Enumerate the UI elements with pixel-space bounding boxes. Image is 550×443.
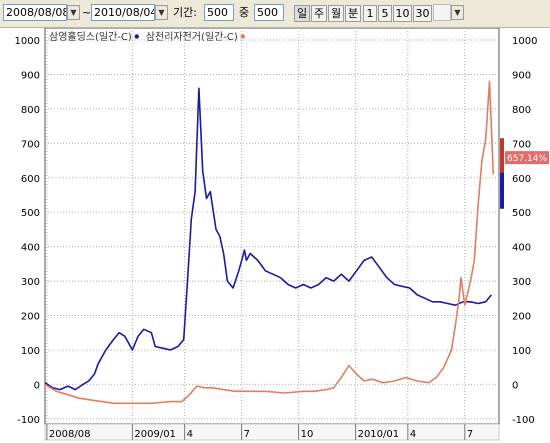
- x-tick-label: 4: [410, 429, 416, 440]
- x-tick-label: 7: [244, 429, 250, 440]
- x-tick-label: 2010/01: [358, 429, 400, 440]
- time-axis-strip: [44, 423, 500, 441]
- y-tick-label-left: 900: [21, 70, 40, 81]
- y-tick-label-left: 600: [21, 174, 40, 185]
- weekly-button[interactable]: 주: [311, 5, 327, 22]
- y-tick-label-left: 200: [21, 312, 40, 323]
- legend-label: 삼영홀딩스(일간-C): [49, 30, 132, 43]
- y-tick-label-right: -100: [512, 415, 535, 426]
- y-tick-label-left: 500: [21, 208, 40, 219]
- y-tick-label-right: 100: [512, 346, 531, 357]
- x-tick-label: 2008/08: [49, 429, 91, 440]
- x-tick-label: 7: [467, 429, 473, 440]
- y-tick-label-right: 700: [512, 139, 531, 150]
- legend-swatch: [240, 34, 245, 39]
- current-value-bar-up: [500, 138, 504, 173]
- of-label: 중: [239, 6, 250, 19]
- y-tick-label-right: 800: [512, 105, 531, 116]
- monthly-button[interactable]: 월: [328, 5, 344, 22]
- interval-5-button[interactable]: 5: [378, 5, 392, 22]
- x-tick-label: 4: [187, 429, 193, 440]
- x-tick-label: 2009/01: [134, 429, 176, 440]
- interval-30-button[interactable]: 30: [413, 5, 432, 22]
- custom-interval-field[interactable]: [433, 4, 451, 21]
- interval-10-button[interactable]: 10: [393, 5, 412, 22]
- y-tick-label-right: 600: [512, 174, 531, 185]
- y-tick-label-right: 400: [512, 243, 531, 254]
- minute-button[interactable]: 분: [345, 5, 361, 22]
- toolbar: 2008/08/08 ▼ ~ 2010/08/04 ▼ 기간: 500 중 50…: [0, 0, 550, 28]
- legend-label: 삼천리자전거(일간-C): [146, 31, 238, 43]
- price-comparison-chart: -100 -100 0 0 100 100 200 200 300 300 400 400 500 500…: [15, 28, 549, 441]
- plot-frame: [44, 28, 500, 425]
- y-tick-label-right: 1000: [512, 36, 537, 47]
- y-tick-label-right: 200: [512, 312, 531, 323]
- y-tick-label-left: -100: [17, 415, 40, 426]
- y-tick-label-right: 900: [512, 70, 531, 81]
- date-to-dropdown-icon[interactable]: ▼: [155, 5, 168, 20]
- current-value-label: 657.14%: [507, 154, 547, 164]
- y-tick-label-right: 300: [512, 277, 531, 288]
- y-tick-label-left: 400: [21, 243, 40, 254]
- daily-button[interactable]: 일: [294, 5, 310, 22]
- y-tick-label-left: 0: [34, 380, 40, 391]
- y-tick-label-left: 700: [21, 139, 40, 150]
- total-input[interactable]: 500: [254, 4, 284, 21]
- date-to-field[interactable]: 2010/08/04: [91, 4, 155, 21]
- date-from-field[interactable]: 2008/08/08: [3, 4, 67, 21]
- interval-1-button[interactable]: 1: [363, 5, 377, 22]
- y-tick-label-left: 800: [21, 105, 40, 116]
- y-tick-label-left: 300: [21, 277, 40, 288]
- legend-swatch: [134, 34, 139, 39]
- current-value-bar-down: [500, 172, 504, 209]
- y-tick-label-right: 500: [512, 208, 531, 219]
- legend: 삼영홀딩스(일간-C) 삼천리자전거(일간-C): [49, 30, 245, 43]
- period-input[interactable]: 500: [204, 4, 234, 21]
- x-tick-label: 10: [301, 429, 314, 440]
- custom-interval-dropdown-icon[interactable]: ▼: [451, 5, 464, 20]
- y-tick-label-left: 100: [21, 346, 40, 357]
- y-tick-label-right: 0: [512, 380, 518, 391]
- y-tick-label-left: 1000: [15, 36, 40, 47]
- date-range-separator: ~: [82, 6, 92, 19]
- period-label: 기간:: [173, 6, 197, 19]
- date-from-dropdown-icon[interactable]: ▼: [67, 5, 80, 20]
